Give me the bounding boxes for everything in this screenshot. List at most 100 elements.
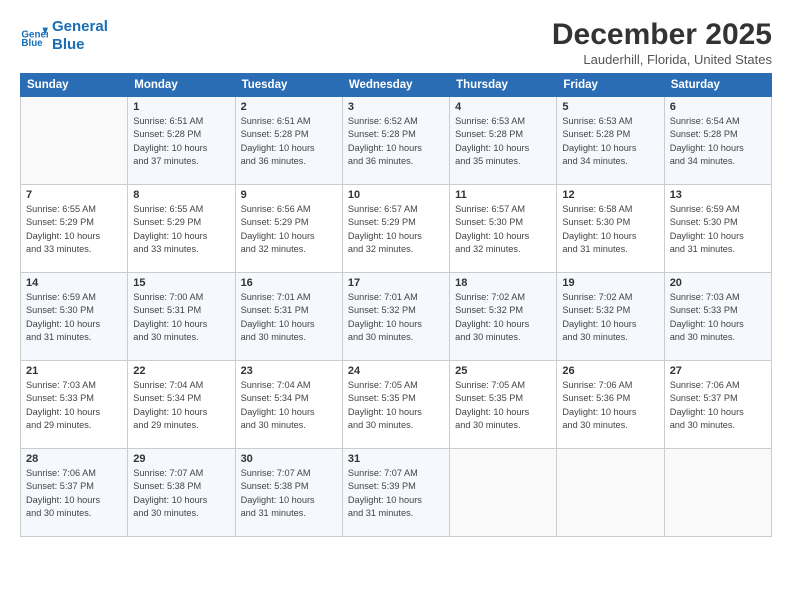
week-row-1: 1 Sunrise: 6:51 AM Sunset: 5:28 PM Daylig… — [21, 97, 772, 185]
location: Lauderhill, Florida, United States — [552, 52, 772, 67]
day-info: Sunrise: 6:58 AM Sunset: 5:30 PM Dayligh… — [562, 203, 658, 256]
weekday-header-tuesday: Tuesday — [235, 74, 342, 97]
day-cell: 7Sunrise: 6:55 AM Sunset: 5:29 PM Daylig… — [21, 185, 128, 273]
day-cell: 31Sunrise: 7:07 AM Sunset: 5:39 PM Dayli… — [342, 449, 449, 537]
day-cell: 10 Sunrise: 6:57 AM Sunset: 5:29 PM Dayli… — [342, 185, 449, 273]
day-info: Sunrise: 7:07 AM Sunset: 5:39 PM Dayligh… — [348, 467, 444, 520]
day-number: 30 — [241, 453, 337, 465]
weekday-header-wednesday: Wednesday — [342, 74, 449, 97]
logo: General Blue General Blue — [20, 18, 108, 54]
day-info: Sunrise: 7:02 AM Sunset: 5:32 PM Dayligh… — [455, 291, 551, 344]
day-cell: 16Sunrise: 7:01 AM Sunset: 5:31 PM Dayli… — [235, 273, 342, 361]
day-info: Sunrise: 7:02 AM Sunset: 5:32 PM Dayligh… — [562, 291, 658, 344]
day-number: 11 — [455, 189, 551, 201]
weekday-header-sunday: Sunday — [21, 74, 128, 97]
day-cell: 21 Sunrise: 7:03 AM Sunset: 5:33 PM Dayli… — [21, 361, 128, 449]
day-number: 3 — [348, 101, 444, 113]
week-row-3: 14 Sunrise: 6:59 AM Sunset: 5:30 PM Dayli… — [21, 273, 772, 361]
day-info: Sunrise: 6:53 AM Sunset: 5:28 PM Dayligh… — [562, 115, 658, 168]
day-cell — [450, 449, 557, 537]
day-cell: 12Sunrise: 6:58 AM Sunset: 5:30 PM Dayli… — [557, 185, 664, 273]
day-cell: 17 Sunrise: 7:01 AM Sunset: 5:32 PM Dayli… — [342, 273, 449, 361]
day-number: 24 — [348, 365, 444, 377]
day-info: Sunrise: 6:52 AM Sunset: 5:28 PM Dayligh… — [348, 115, 444, 168]
calendar-header: SundayMondayTuesdayWednesdayThursdayFrid… — [21, 74, 772, 97]
day-info: Sunrise: 6:53 AM Sunset: 5:28 PM Dayligh… — [455, 115, 551, 168]
day-number: 14 — [26, 277, 122, 289]
weekday-header-thursday: Thursday — [450, 74, 557, 97]
day-cell: 29 Sunrise: 7:07 AM Sunset: 5:38 PM Dayli… — [128, 449, 235, 537]
day-cell — [557, 449, 664, 537]
day-number: 20 — [670, 277, 766, 289]
calendar-body: 1 Sunrise: 6:51 AM Sunset: 5:28 PM Daylig… — [21, 97, 772, 537]
day-cell: 5 Sunrise: 6:53 AM Sunset: 5:28 PM Daylig… — [557, 97, 664, 185]
day-cell: 19 Sunrise: 7:02 AM Sunset: 5:32 PM Dayli… — [557, 273, 664, 361]
day-info: Sunrise: 7:04 AM Sunset: 5:34 PM Dayligh… — [241, 379, 337, 432]
day-number: 21 — [26, 365, 122, 377]
day-info: Sunrise: 7:03 AM Sunset: 5:33 PM Dayligh… — [670, 291, 766, 344]
day-cell: 30Sunrise: 7:07 AM Sunset: 5:38 PM Dayli… — [235, 449, 342, 537]
day-number: 7 — [26, 189, 122, 201]
day-info: Sunrise: 6:57 AM Sunset: 5:29 PM Dayligh… — [348, 203, 444, 256]
day-info: Sunrise: 7:05 AM Sunset: 5:35 PM Dayligh… — [455, 379, 551, 432]
day-number: 4 — [455, 101, 551, 113]
day-cell: 14 Sunrise: 6:59 AM Sunset: 5:30 PM Dayli… — [21, 273, 128, 361]
day-number: 6 — [670, 101, 766, 113]
day-info: Sunrise: 6:55 AM Sunset: 5:29 PM Dayligh… — [133, 203, 229, 256]
day-info: Sunrise: 6:57 AM Sunset: 5:30 PM Dayligh… — [455, 203, 551, 256]
header: General Blue General Blue December 2025 … — [20, 18, 772, 67]
day-cell: 20 Sunrise: 7:03 AM Sunset: 5:33 PM Dayli… — [664, 273, 771, 361]
day-cell — [21, 97, 128, 185]
week-row-5: 28 Sunrise: 7:06 AM Sunset: 5:37 PM Dayli… — [21, 449, 772, 537]
day-number: 17 — [348, 277, 444, 289]
day-number: 5 — [562, 101, 658, 113]
day-number: 1 — [133, 101, 229, 113]
day-number: 19 — [562, 277, 658, 289]
weekday-header-row: SundayMondayTuesdayWednesdayThursdayFrid… — [21, 74, 772, 97]
day-info: Sunrise: 6:56 AM Sunset: 5:29 PM Dayligh… — [241, 203, 337, 256]
day-cell: 2Sunrise: 6:51 AM Sunset: 5:28 PM Daylig… — [235, 97, 342, 185]
day-cell: 15Sunrise: 7:00 AM Sunset: 5:31 PM Dayli… — [128, 273, 235, 361]
day-cell: 28 Sunrise: 7:06 AM Sunset: 5:37 PM Dayli… — [21, 449, 128, 537]
day-cell: 22 Sunrise: 7:04 AM Sunset: 5:34 PM Dayli… — [128, 361, 235, 449]
day-number: 28 — [26, 453, 122, 465]
day-cell — [664, 449, 771, 537]
day-info: Sunrise: 7:07 AM Sunset: 5:38 PM Dayligh… — [133, 467, 229, 520]
day-info: Sunrise: 7:06 AM Sunset: 5:37 PM Dayligh… — [670, 379, 766, 432]
day-cell: 26Sunrise: 7:06 AM Sunset: 5:36 PM Dayli… — [557, 361, 664, 449]
day-number: 26 — [562, 365, 658, 377]
day-info: Sunrise: 7:03 AM Sunset: 5:33 PM Dayligh… — [26, 379, 122, 432]
calendar-table: SundayMondayTuesdayWednesdayThursdayFrid… — [20, 73, 772, 537]
day-info: Sunrise: 7:04 AM Sunset: 5:34 PM Dayligh… — [133, 379, 229, 432]
logo-icon: General Blue — [20, 22, 48, 50]
day-info: Sunrise: 6:54 AM Sunset: 5:28 PM Dayligh… — [670, 115, 766, 168]
day-number: 23 — [241, 365, 337, 377]
day-info: Sunrise: 6:51 AM Sunset: 5:28 PM Dayligh… — [241, 115, 337, 168]
day-number: 27 — [670, 365, 766, 377]
day-cell: 18 Sunrise: 7:02 AM Sunset: 5:32 PM Dayli… — [450, 273, 557, 361]
day-cell: 8 Sunrise: 6:55 AM Sunset: 5:29 PM Daylig… — [128, 185, 235, 273]
day-number: 29 — [133, 453, 229, 465]
day-info: Sunrise: 7:01 AM Sunset: 5:32 PM Dayligh… — [348, 291, 444, 344]
day-cell: 4 Sunrise: 6:53 AM Sunset: 5:28 PM Daylig… — [450, 97, 557, 185]
day-number: 13 — [670, 189, 766, 201]
day-cell: 1Sunrise: 6:51 AM Sunset: 5:28 PM Daylig… — [128, 97, 235, 185]
day-cell: 9 Sunrise: 6:56 AM Sunset: 5:29 PM Daylig… — [235, 185, 342, 273]
day-number: 16 — [241, 277, 337, 289]
day-number: 15 — [133, 277, 229, 289]
day-number: 8 — [133, 189, 229, 201]
day-cell: 23 Sunrise: 7:04 AM Sunset: 5:34 PM Dayli… — [235, 361, 342, 449]
day-number: 10 — [348, 189, 444, 201]
day-info: Sunrise: 6:59 AM Sunset: 5:30 PM Dayligh… — [26, 291, 122, 344]
day-number: 18 — [455, 277, 551, 289]
day-number: 9 — [241, 189, 337, 201]
day-info: Sunrise: 6:59 AM Sunset: 5:30 PM Dayligh… — [670, 203, 766, 256]
weekday-header-friday: Friday — [557, 74, 664, 97]
week-row-4: 21 Sunrise: 7:03 AM Sunset: 5:33 PM Dayli… — [21, 361, 772, 449]
day-number: 22 — [133, 365, 229, 377]
week-row-2: 7 Sunrise: 6:55 AM Sunset: 5:29 PM Daylig… — [21, 185, 772, 273]
day-info: Sunrise: 7:06 AM Sunset: 5:37 PM Dayligh… — [26, 467, 122, 520]
day-number: 25 — [455, 365, 551, 377]
month-title: December 2025 — [552, 18, 772, 52]
day-cell: 13 Sunrise: 6:59 AM Sunset: 5:30 PM Dayli… — [664, 185, 771, 273]
